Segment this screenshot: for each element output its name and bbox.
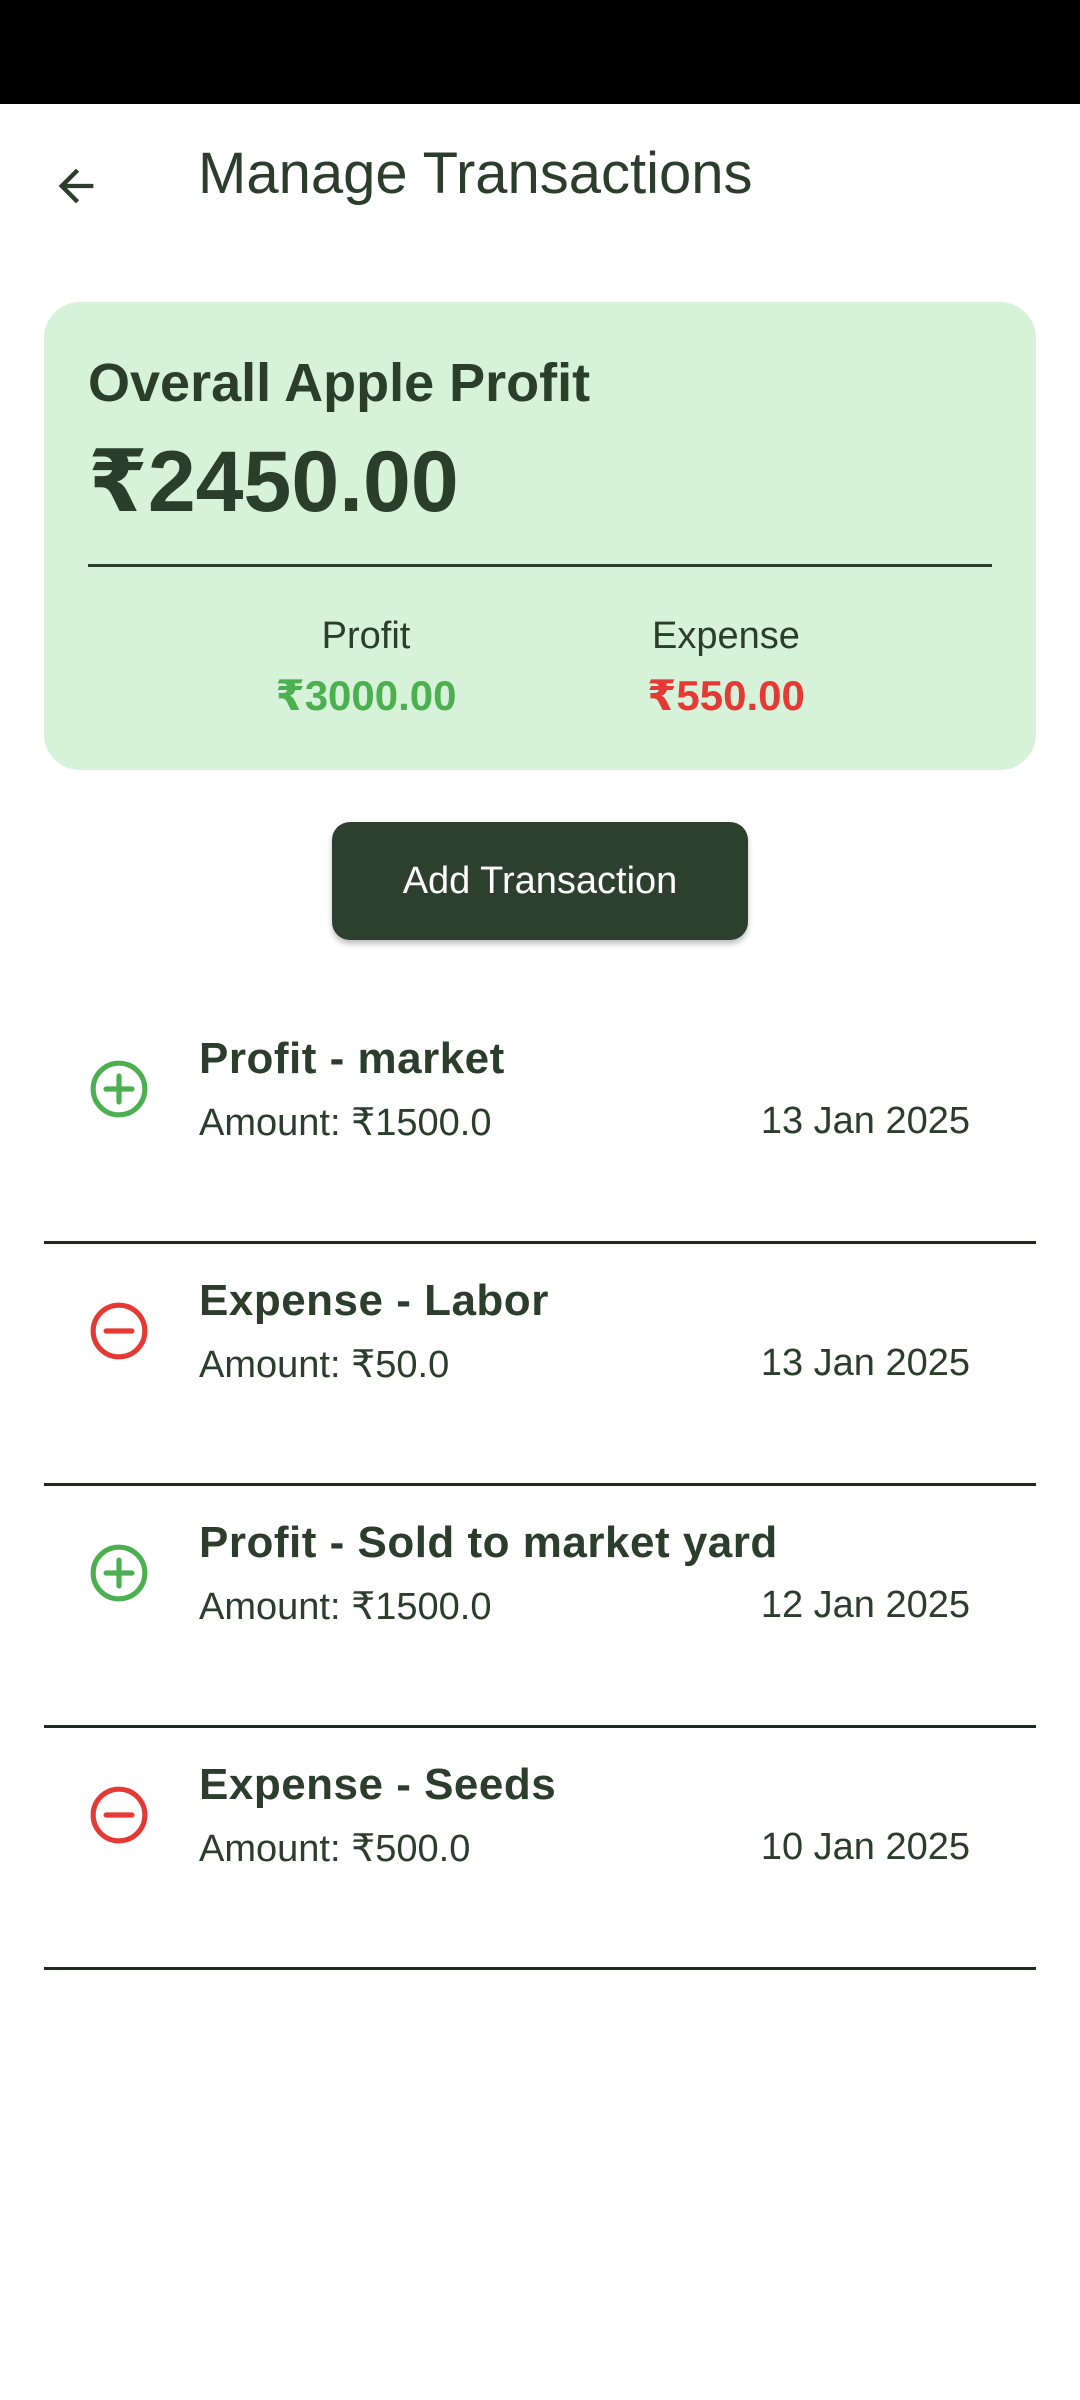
transaction-date: 13 Jan 2025 [760,1100,970,1142]
summary-divider [88,564,992,567]
transaction-amount: Amount: ₹1500.0 [199,1102,492,1144]
back-button[interactable] [34,144,118,228]
transaction-date: 13 Jan 2025 [760,1342,970,1384]
expense-label: Expense [652,615,800,657]
transaction-amount: Amount: ₹50.0 [199,1344,450,1386]
expense-value: ₹550.00 [647,672,805,719]
summary-total: ₹2450.00 [88,434,459,530]
add-circle-outline-icon [90,1544,148,1602]
arrow-back-icon [58,168,94,204]
transaction-title: Profit - market [199,1034,505,1083]
profit-value: ₹3000.00 [275,672,457,719]
remove-circle-outline-icon [90,1786,148,1844]
transaction-amount: Amount: ₹1500.0 [199,1586,492,1628]
expense-stat: Expense ₹550.00 [576,612,876,724]
transaction-item[interactable]: Profit - Sold to market yard Amount: ₹15… [44,1486,1036,1728]
transaction-list: Profit - market Amount: ₹1500.0 13 Jan 2… [44,1002,1036,1970]
add-circle-outline-icon [90,1060,148,1118]
transaction-item[interactable]: Profit - market Amount: ₹1500.0 13 Jan 2… [44,1002,1036,1244]
profit-label: Profit [321,615,411,657]
transaction-item[interactable]: Expense - Labor Amount: ₹50.0 13 Jan 202… [44,1244,1036,1486]
transaction-title: Expense - Labor [199,1276,549,1325]
remove-circle-outline-icon [90,1302,148,1360]
status-bar [0,0,1080,104]
transaction-date: 12 Jan 2025 [760,1584,970,1626]
transaction-date: 10 Jan 2025 [760,1826,970,1868]
transaction-title: Expense - Seeds [199,1760,557,1809]
transaction-item[interactable]: Expense - Seeds Amount: ₹500.0 10 Jan 20… [44,1728,1036,1970]
summary-heading: Overall Apple Profit [88,353,591,413]
summary-card: Overall Apple Profit ₹2450.00 Profit ₹30… [44,302,1036,770]
app-bar: Manage Transactions [0,104,1080,256]
profit-stat: Profit ₹3000.00 [216,612,516,724]
page-title: Manage Transactions [198,141,753,206]
add-transaction-button[interactable]: Add Transaction [332,822,748,940]
transaction-title: Profit - Sold to market yard [199,1518,778,1567]
transaction-amount: Amount: ₹500.0 [199,1828,471,1870]
